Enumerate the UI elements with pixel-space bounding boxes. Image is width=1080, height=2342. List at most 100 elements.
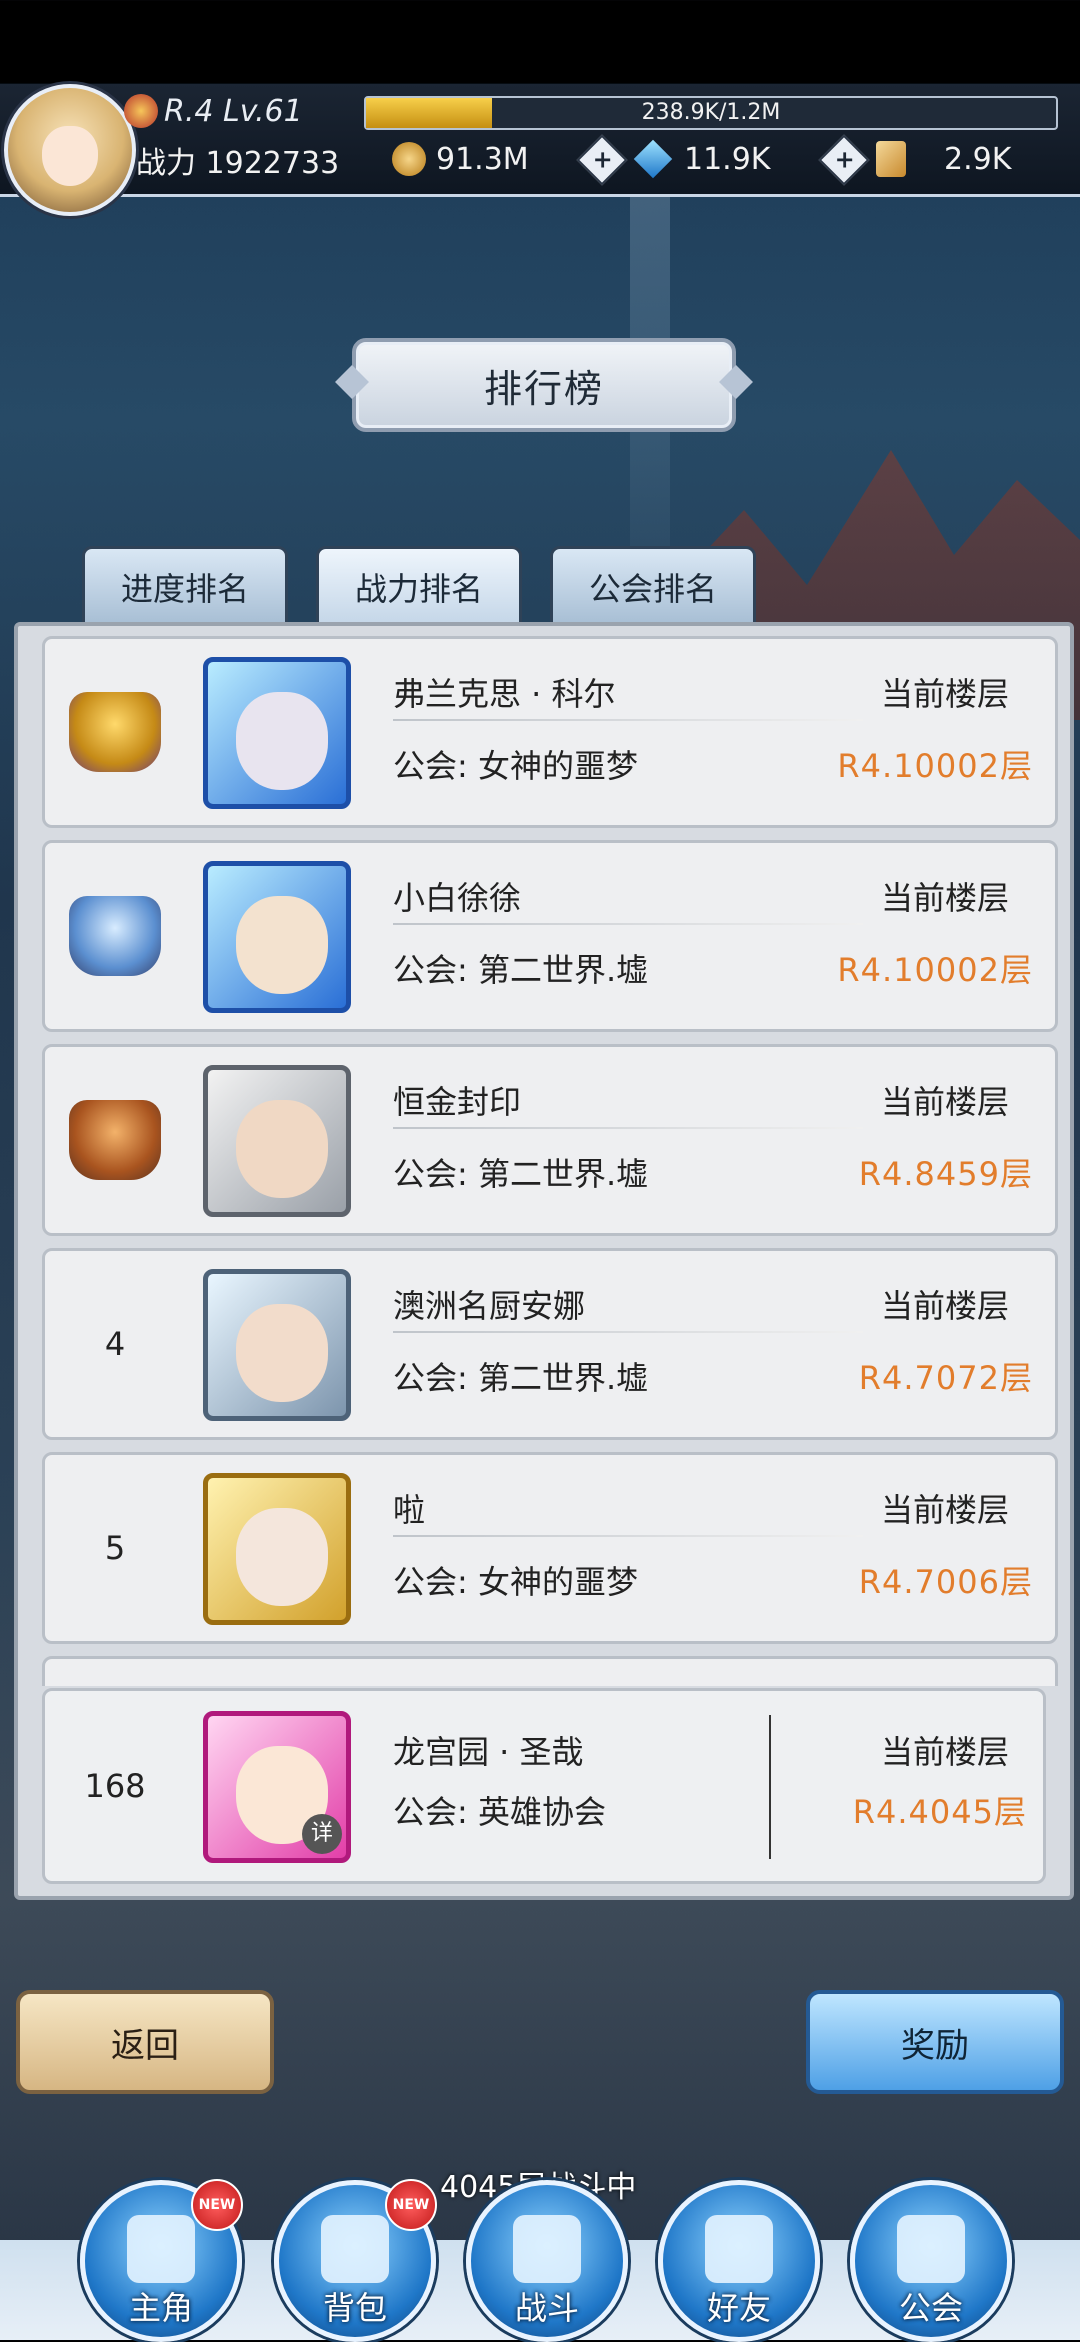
row-divider — [393, 923, 863, 925]
my-floor-value: R4.4045层 — [852, 1793, 1027, 1831]
reward-button[interactable]: 奖励 — [806, 1990, 1064, 2094]
ranking-row-3[interactable]: 恒金封印 公会: 第二世界.墟 当前楼层 R4.8459层 — [42, 1044, 1058, 1236]
row-divider — [393, 1535, 863, 1537]
gold-coin-icon — [392, 142, 426, 176]
player-name: 弗兰克思 · 科尔 — [393, 675, 616, 713]
player-name: 澳洲名厨安娜 — [393, 1287, 586, 1325]
ranking-panel: 弗兰克思 · 科尔 公会: 女神的噩梦 当前楼层 R4.10002层 小白徐徐 … — [14, 622, 1074, 1900]
floor-label: 当前楼层 — [880, 675, 1009, 713]
gem-currency: 11.9K — [633, 138, 770, 180]
tab-progress-ranking[interactable]: 进度排名 — [82, 546, 288, 628]
backpack-icon — [321, 2215, 389, 2283]
my-portrait[interactable]: 详 — [203, 1711, 351, 1863]
gold-amount: 91.3M — [436, 141, 529, 177]
player-guild: 公会: 第二世界.墟 — [393, 1155, 649, 1193]
my-rank-number: 168 — [84, 1767, 146, 1805]
scroll-amount: 2.9K — [944, 141, 1012, 177]
tab-guild-ranking[interactable]: 公会排名 — [550, 546, 756, 628]
gold-trophy-icon — [69, 692, 161, 772]
rank-cell — [45, 639, 185, 825]
guild-crest-icon — [897, 2215, 965, 2283]
power-label: 战力 — [136, 146, 196, 181]
player-guild: 公会: 女神的噩梦 — [393, 747, 638, 785]
silver-trophy-icon — [69, 896, 161, 976]
nav-label: 战斗 — [514, 2289, 579, 2327]
row-divider — [393, 719, 863, 721]
detail-badge[interactable]: 详 — [302, 1814, 342, 1854]
player-name: 小白徐徐 — [393, 879, 522, 917]
player-guild: 公会: 第二世界.墟 — [393, 1359, 649, 1397]
floor-label: 当前楼层 — [880, 1083, 1009, 1121]
scroll-currency: 2.9K — [876, 138, 1011, 180]
nav-guild[interactable]: 公会 — [850, 2180, 1012, 2342]
floor-value: R4.7006层 — [858, 1563, 1033, 1601]
ranking-list[interactable]: 弗兰克思 · 科尔 公会: 女神的噩梦 当前楼层 R4.10002层 小白徐徐 … — [30, 636, 1058, 1686]
row-divider — [393, 1127, 863, 1129]
nav-friends[interactable]: 好友 — [658, 2180, 820, 2342]
player-name: 恒金封印 — [393, 1083, 522, 1121]
avatar-face — [42, 126, 98, 186]
player-guild: 公会: 女神的噩梦 — [393, 1563, 638, 1601]
new-badge: NEW — [191, 2179, 243, 2231]
portrait-face — [236, 1508, 328, 1606]
nav-label: 主角 — [128, 2289, 193, 2327]
rank-cell — [45, 1047, 185, 1233]
floor-value: R4.7072层 — [858, 1359, 1033, 1397]
portrait-face — [236, 692, 328, 790]
crossed-swords-icon — [513, 2215, 581, 2283]
ranking-row-1[interactable]: 弗兰克思 · 科尔 公会: 女神的噩梦 当前楼层 R4.10002层 — [42, 636, 1058, 828]
nav-bag[interactable]: 背包 NEW — [274, 2179, 437, 2342]
scroll-icon — [876, 141, 906, 177]
rank-number: 5 — [104, 1529, 126, 1567]
back-button[interactable]: 返回 — [16, 1990, 274, 2094]
exp-bar: 238.9K/1.2M — [364, 96, 1058, 130]
bronze-trophy-icon — [69, 1100, 161, 1180]
player-name: 啦 — [393, 1491, 426, 1529]
floor-value: R4.10002层 — [837, 747, 1033, 785]
ranking-row-5[interactable]: 5 啦 公会: 女神的噩梦 当前楼层 R4.7006层 — [42, 1452, 1058, 1644]
ranking-row-partial — [42, 1656, 1058, 1686]
player-portrait[interactable] — [203, 861, 351, 1013]
level-row: R.4 Lv.61 — [124, 90, 303, 132]
gold-currency: 91.3M — [392, 138, 529, 180]
player-level: R.4 Lv.61 — [164, 93, 303, 129]
column-divider — [769, 1715, 771, 1859]
floor-label: 当前楼层 — [880, 1287, 1009, 1325]
gem-icon — [633, 139, 673, 179]
player-portrait[interactable] — [203, 1269, 351, 1421]
player-guild: 公会: 第二世界.墟 — [393, 951, 649, 989]
player-avatar[interactable] — [4, 84, 136, 216]
rank-cell — [45, 843, 185, 1029]
row-divider — [393, 1331, 863, 1333]
nav-label: 背包 — [322, 2289, 387, 2327]
floor-label: 当前楼层 — [880, 1491, 1009, 1529]
portrait-face — [236, 1304, 328, 1402]
ranking-row-4[interactable]: 4 澳洲名厨安娜 公会: 第二世界.墟 当前楼层 R4.7072层 — [42, 1248, 1058, 1440]
helmet-icon — [127, 2215, 195, 2283]
exp-text: 238.9K/1.2M — [641, 100, 781, 125]
floor-label: 当前楼层 — [880, 1733, 1009, 1771]
ranking-row-2[interactable]: 小白徐徐 公会: 第二世界.墟 当前楼层 R4.10002层 — [42, 840, 1058, 1032]
nav-battle[interactable]: 战斗 — [466, 2180, 628, 2342]
handshake-icon — [705, 2215, 773, 2283]
player-portrait[interactable] — [203, 657, 351, 809]
nav-label: 好友 — [706, 2289, 771, 2327]
rank-number: 4 — [104, 1325, 126, 1363]
nav-label: 公会 — [898, 2289, 963, 2327]
player-portrait[interactable] — [203, 1473, 351, 1625]
new-badge: NEW — [385, 2179, 437, 2231]
portrait-face — [236, 896, 328, 994]
floor-value: R4.8459层 — [858, 1155, 1033, 1193]
page-title: 排行榜 — [352, 338, 736, 432]
nav-hero[interactable]: 主角 NEW — [80, 2179, 243, 2342]
rank-emblem-icon — [124, 94, 158, 128]
my-name: 龙宫园 · 圣哉 — [393, 1733, 584, 1771]
floor-value: R4.10002层 — [837, 951, 1033, 989]
tab-power-ranking[interactable]: 战力排名 — [316, 546, 522, 628]
player-portrait[interactable] — [203, 1065, 351, 1217]
floor-label: 当前楼层 — [880, 879, 1009, 917]
combat-power: 战力 1922733 — [136, 138, 339, 182]
portrait-face — [236, 1100, 328, 1198]
power-value: 1922733 — [205, 146, 340, 181]
my-ranking-row[interactable]: 168 详 龙宫园 · 圣哉 公会: 英雄协会 当前楼层 R4.4045层 — [42, 1688, 1046, 1884]
